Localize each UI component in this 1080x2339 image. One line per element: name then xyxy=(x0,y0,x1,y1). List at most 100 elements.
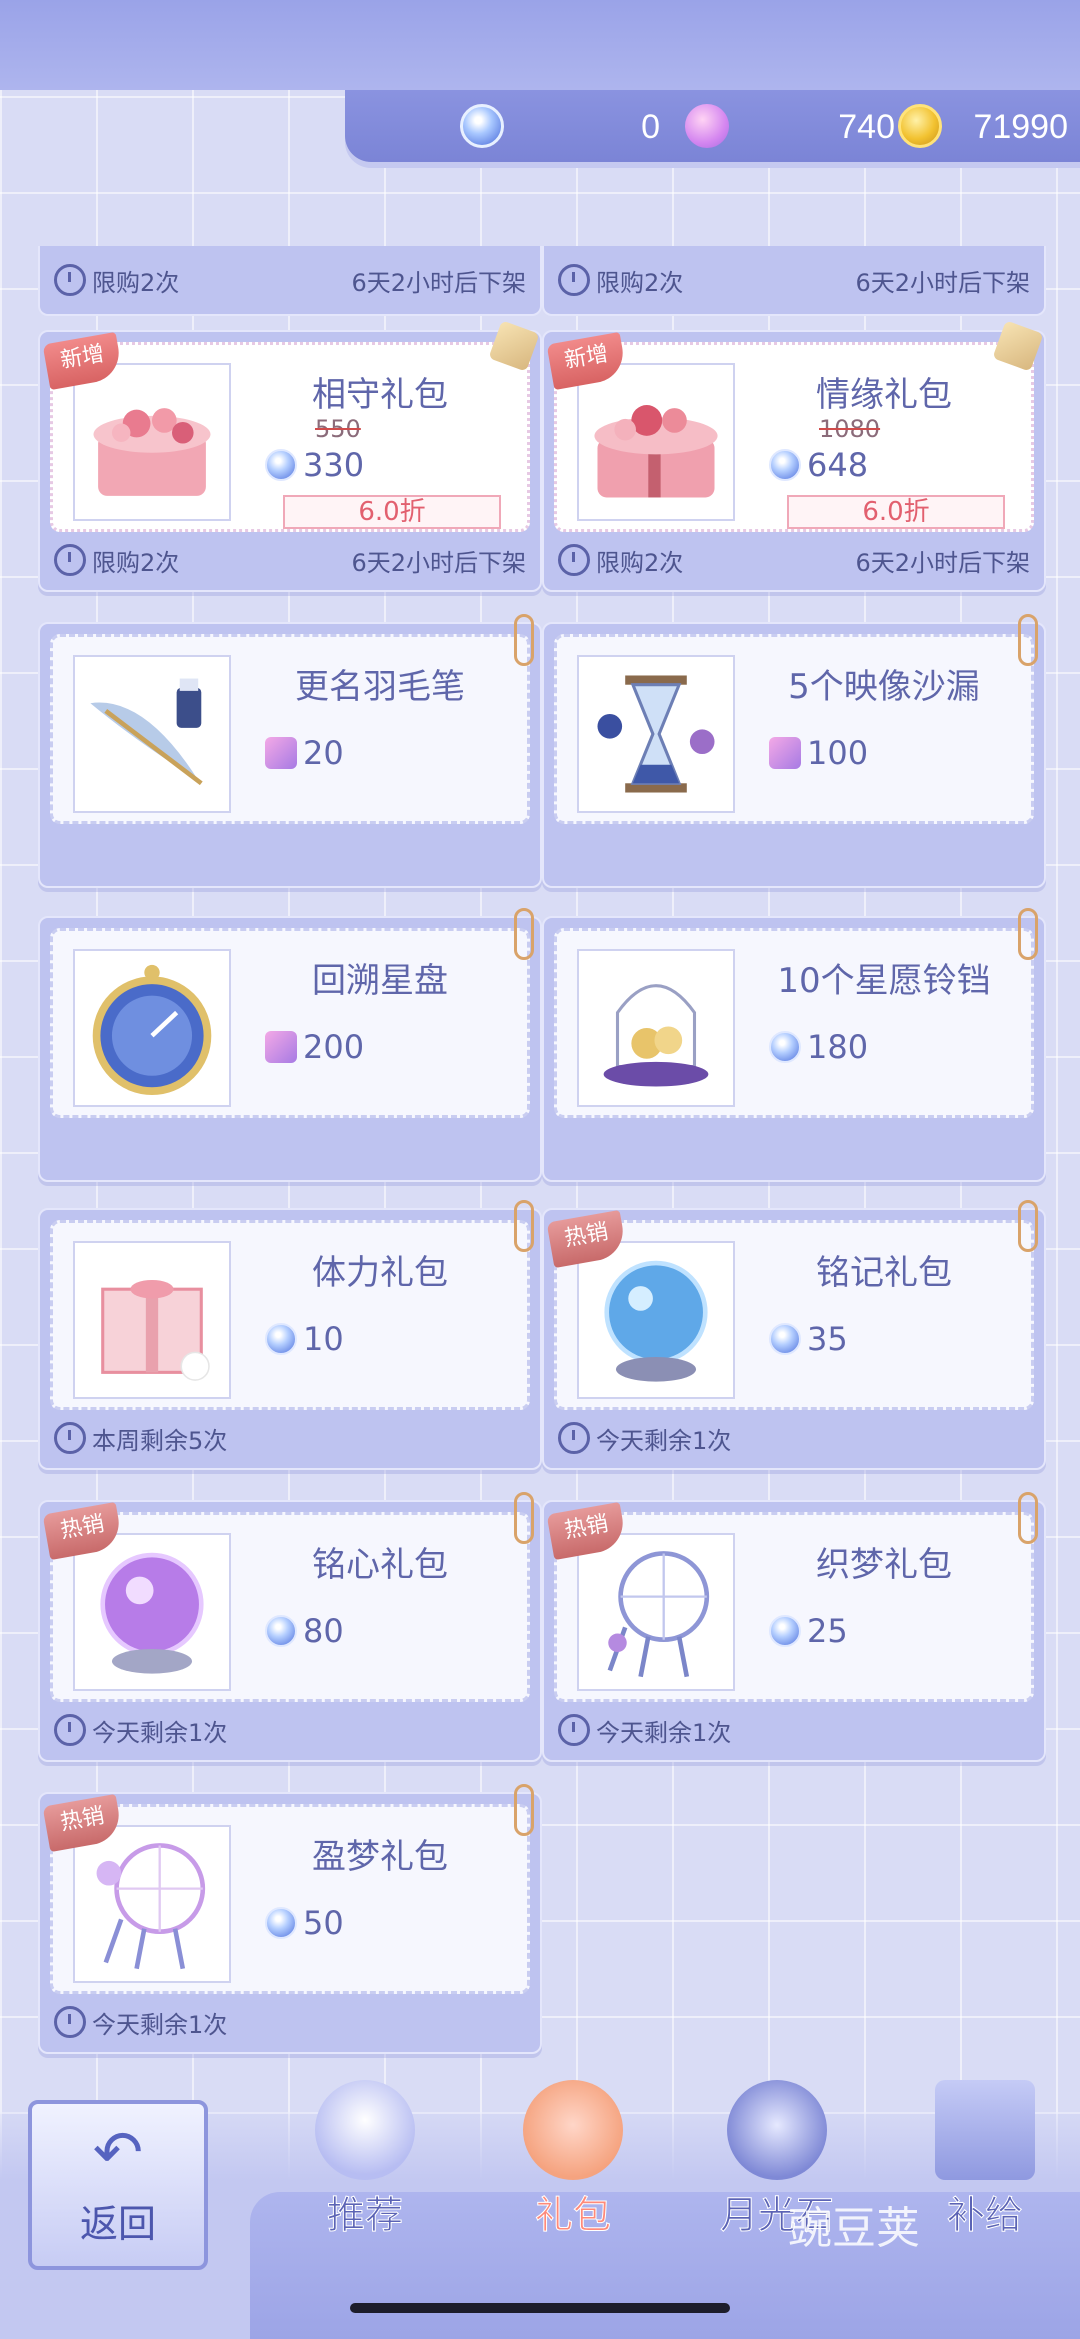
shop-item-xiangshou[interactable]: 相守礼包 550 330 6.0折 新增 限购2次 6天2小时后下架 xyxy=(38,320,542,592)
purchase-limit: 限购2次 xyxy=(596,268,684,297)
swan-amount: 740 xyxy=(838,108,895,146)
item-price: 35 xyxy=(769,1319,848,1359)
partial-card-right: 限购2次 6天2小时后下架 xyxy=(542,246,1046,316)
item-title: 盈梦礼包 xyxy=(312,1837,448,1877)
swan-icon xyxy=(265,737,297,769)
shop-item-star-dial[interactable]: 回溯星盘 200 xyxy=(38,908,542,1182)
card-body: 情缘礼包 1080 648 6.0折 xyxy=(554,342,1034,532)
gem-currency[interactable]: 0 xyxy=(460,102,660,150)
card-footer: 今天剩余1次 xyxy=(558,1710,1030,1750)
coin-amount: 71990 xyxy=(973,108,1068,146)
watermark-text: 豌豆荚 xyxy=(788,2203,920,2254)
item-price: 200 xyxy=(265,1027,364,1067)
item-price: 50 xyxy=(265,1903,344,1943)
tab-recommend[interactable]: 推荐 xyxy=(280,2080,450,2240)
dreamcatcher-image xyxy=(73,1825,231,1983)
discount-tag: 6.0折 xyxy=(283,495,501,529)
item-title: 情缘礼包 xyxy=(816,375,952,415)
tab-supply[interactable]: 补给 xyxy=(900,2080,1070,2240)
price-value: 10 xyxy=(303,1320,344,1358)
shop-item-wish-bells[interactable]: 10个星愿铃铛 180 xyxy=(542,908,1046,1182)
purchase-limit: 限购2次 xyxy=(92,548,180,577)
card-body: 盈梦礼包 50 xyxy=(50,1804,530,1994)
gem-icon xyxy=(769,1323,801,1355)
item-title: 铭记礼包 xyxy=(816,1253,952,1293)
cake-box-image xyxy=(73,1241,231,1399)
paperclip-icon xyxy=(1018,614,1038,666)
tab-gift-pack[interactable]: 礼包 xyxy=(488,2080,658,2240)
gem-icon xyxy=(769,1615,801,1647)
price-value: 100 xyxy=(807,734,869,772)
paperclip-icon xyxy=(1018,1492,1038,1544)
price-value: 25 xyxy=(807,1612,848,1650)
shop-item-zhimeng-pack[interactable]: 织梦礼包 25 热销 今天剩余1次 xyxy=(542,1492,1046,1762)
item-price: 648 xyxy=(769,445,868,485)
clock-icon xyxy=(558,1714,590,1746)
shop-item-hourglass[interactable]: 5个映像沙漏 100 xyxy=(542,614,1046,888)
clock-icon xyxy=(54,544,86,576)
card-body: 回溯星盘 200 xyxy=(50,928,530,1118)
clock-icon xyxy=(54,1422,86,1454)
item-price: 20 xyxy=(265,733,344,773)
original-price: 550 xyxy=(315,415,361,443)
paperclip-icon xyxy=(514,1200,534,1252)
purchase-limit: 今天剩余1次 xyxy=(596,1426,732,1455)
swan-icon xyxy=(265,1031,297,1063)
shop-item-mingxin-pack[interactable]: 铭心礼包 80 热销 今天剩余1次 xyxy=(38,1492,542,1762)
gift-box-image xyxy=(577,363,735,521)
currency-bar: 0 740 71990 xyxy=(345,90,1080,162)
coin-currency[interactable]: 71990 xyxy=(898,102,1068,150)
shop-item-qingyuan[interactable]: 情缘礼包 1080 648 6.0折 新增 限购2次 6天2小时后下架 xyxy=(542,320,1046,592)
card-body: 铭心礼包 80 xyxy=(50,1512,530,1702)
price-value: 648 xyxy=(807,446,869,484)
tab-label: 推荐 xyxy=(326,2193,403,2238)
card-body: 铭记礼包 35 xyxy=(554,1220,1034,1410)
paperclip-icon xyxy=(514,1492,534,1544)
gem-icon xyxy=(265,1615,297,1647)
gem-icon xyxy=(460,104,504,148)
original-price: 1080 xyxy=(819,415,881,443)
card-footer: 限购2次 6天2小时后下架 xyxy=(558,540,1030,580)
gem-icon xyxy=(265,449,297,481)
clock-icon xyxy=(558,1422,590,1454)
gem-icon xyxy=(769,449,801,481)
paperclip-icon xyxy=(1018,908,1038,960)
shop-item-rename-quill[interactable]: 更名羽毛笔 20 xyxy=(38,614,542,888)
shop-item-mingji-pack[interactable]: 铭记礼包 35 热销 今天剩余1次 xyxy=(542,1200,1046,1470)
clock-icon xyxy=(54,264,86,296)
card-footer: 限购2次 6天2小时后下架 xyxy=(54,260,526,300)
shop-item-yingmeng-pack[interactable]: 盈梦礼包 50 热销 今天剩余1次 xyxy=(38,1784,542,2054)
item-title: 5个映像沙漏 xyxy=(788,667,980,707)
price-value: 20 xyxy=(303,734,344,772)
home-indicator[interactable] xyxy=(350,2303,730,2313)
gift-heart-icon xyxy=(523,2080,623,2180)
shop-item-stamina-pack[interactable]: 体力礼包 10 本周剩余5次 xyxy=(38,1200,542,1470)
purchase-limit: 限购2次 xyxy=(92,268,180,297)
price-value: 200 xyxy=(303,1028,365,1066)
card-body: 5个映像沙漏 100 xyxy=(554,634,1034,824)
item-title: 相守礼包 xyxy=(312,375,448,415)
purchase-limit: 今天剩余1次 xyxy=(596,1718,732,1747)
crystal-ball-image xyxy=(577,1241,735,1399)
item-title: 回溯星盘 xyxy=(312,961,448,1001)
swan-plus-icon xyxy=(685,104,729,148)
tab-label: 补给 xyxy=(946,2193,1023,2238)
shopping-bag-icon xyxy=(935,2080,1035,2180)
card-body: 10个星愿铃铛 180 xyxy=(554,928,1034,1118)
tab-label: 礼包 xyxy=(534,2193,611,2238)
back-label: 返回 xyxy=(79,2201,156,2246)
purchase-limit: 今天剩余1次 xyxy=(92,2010,228,2039)
gem-amount: 0 xyxy=(641,108,660,146)
swan-icon xyxy=(769,737,801,769)
clock-icon xyxy=(54,1714,86,1746)
paperclip-icon xyxy=(1018,1200,1038,1252)
partial-card-left: 限购2次 6天2小时后下架 xyxy=(38,246,542,316)
back-button[interactable]: ↶ 返回 xyxy=(28,2100,208,2270)
discount-tag: 6.0折 xyxy=(787,495,1005,529)
card-footer: 今天剩余1次 xyxy=(558,1418,1030,1458)
paperclip-icon xyxy=(514,1784,534,1836)
coin-icon xyxy=(898,104,942,148)
purchase-limit: 限购2次 xyxy=(596,548,684,577)
swan-currency[interactable]: 740 xyxy=(685,102,895,150)
star-dial-image xyxy=(73,949,231,1107)
